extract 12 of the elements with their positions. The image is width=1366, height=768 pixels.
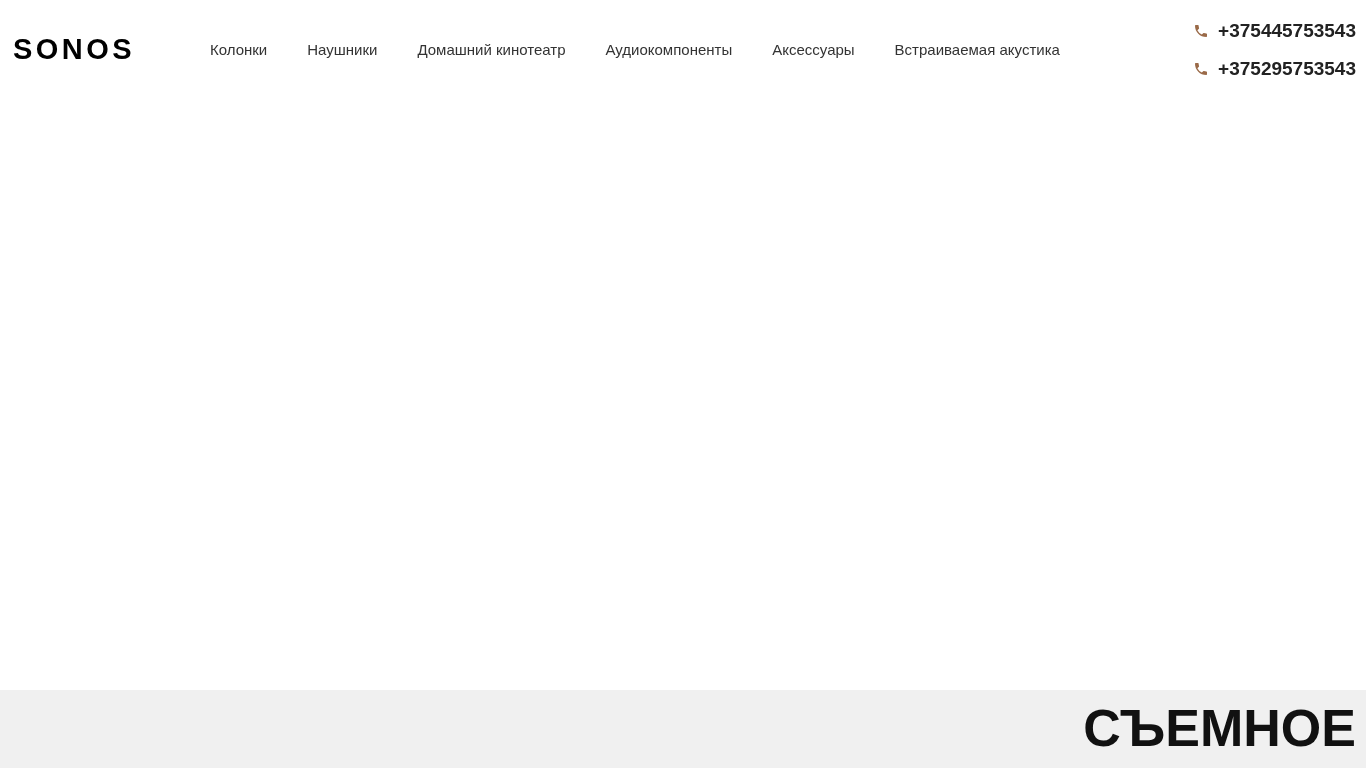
phone-icon: [1193, 61, 1210, 78]
logo[interactable]: SONOS: [13, 28, 173, 72]
phone-link[interactable]: +375445753543: [1218, 16, 1356, 45]
nav-link[interactable]: Аксессуары: [772, 38, 855, 62]
nav-link[interactable]: Наушники: [307, 38, 378, 62]
nav-link[interactable]: Колонки: [210, 38, 268, 62]
section-heading: СЪЕМНОЕ: [1083, 702, 1356, 754]
phone-link[interactable]: +375295753543: [1218, 55, 1356, 84]
nav-link[interactable]: Домашний кинотеатр: [417, 38, 566, 62]
phone-icon: [1193, 22, 1210, 39]
nav-link[interactable]: Аудиокомпоненты: [605, 38, 733, 62]
nav-link[interactable]: Встраиваемая акустика: [894, 38, 1060, 62]
